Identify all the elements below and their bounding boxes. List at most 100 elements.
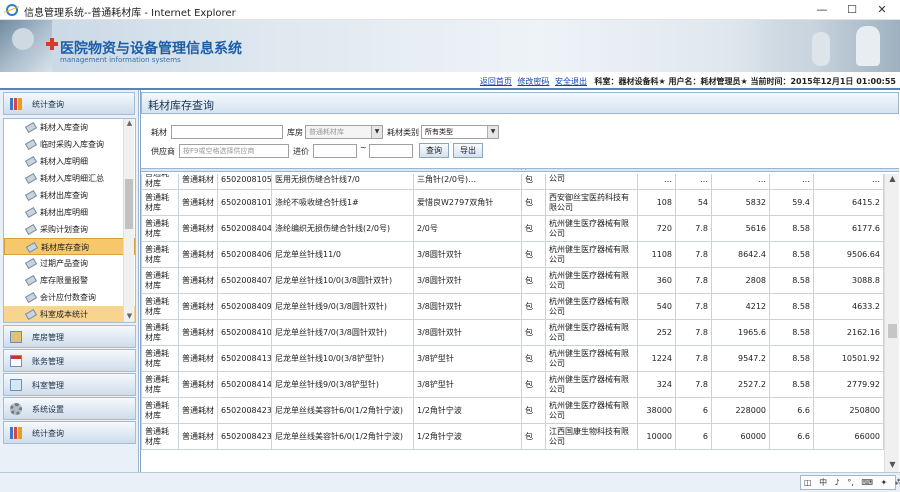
supplier-input[interactable]: 按F9或空格选择供应商 — [179, 144, 289, 158]
sidebar-section-label: 系统设置 — [32, 405, 64, 414]
price-to-input[interactable] — [369, 144, 413, 158]
scroll-up-arrow-icon[interactable]: ▲ — [124, 119, 135, 129]
search-button[interactable]: 查询 — [419, 143, 449, 158]
ime-chinese-toggle[interactable]: 中 — [819, 478, 827, 487]
table-row[interactable]: 普通耗材库 普通耗材 6502008101 涤纶不吸收缝合针线1# 爱惜良W2797双角… — [141, 189, 884, 216]
menu-item-payable-query[interactable]: 会计应付数查询 — [4, 289, 135, 306]
table-cell: 普通耗材库 — [141, 345, 179, 372]
table-cell: 普通耗材库 — [141, 371, 179, 398]
scroll-down-arrow-icon[interactable]: ▼ — [885, 460, 899, 472]
table-cell: 3/8圆针双针 — [413, 241, 522, 268]
warehouse-select[interactable]: 普通耗材库 ▼ — [305, 125, 383, 139]
scroll-thumb[interactable] — [125, 179, 133, 229]
scroll-up-arrow-icon[interactable]: ▲ — [885, 174, 899, 186]
table-row[interactable]: 普通耗材库 普通耗材 6502008423 尼龙单丝线美容针6/0(1/2角针宁波) 1… — [141, 397, 884, 424]
table-cell: 360 — [637, 267, 676, 294]
table-scrollbar[interactable]: ▲ ▼ — [884, 174, 899, 472]
menu-item-temp-purchase-query[interactable]: 临时采购入库查询 — [4, 136, 135, 153]
sidebar-section-accounts[interactable]: 账务管理 — [3, 349, 136, 372]
table-row[interactable]: 普通耗材库 普通耗材 6502008413 尼龙单丝针线10/0(3/8铲型针) 3/8… — [141, 345, 884, 372]
table-cell: 普通耗材库 — [141, 397, 179, 424]
table-cell: 6502008413 — [217, 345, 272, 372]
menu-item-expired-query[interactable]: 过期产品查询 — [4, 255, 135, 272]
table-cell: 108 — [637, 189, 676, 216]
table-cell: 西安御丝宝医药科技有限公司 — [545, 189, 638, 216]
menu-item-label: 耗材入库明细 — [40, 157, 88, 166]
table-cell: 杭州健生医疗器械有限公司 — [545, 215, 638, 242]
menu-item-outbound-query[interactable]: 耗材出库查询 — [4, 187, 135, 204]
table-row[interactable]: 普通耗材库 普通耗材 6502008406 尼龙单丝针线11/0 3/8圆针双针包杭州健… — [141, 241, 884, 268]
table-cell: 1224 — [637, 345, 676, 372]
material-input[interactable] — [171, 125, 283, 139]
menu-item-inbound-summary[interactable]: 耗材入库明细汇总 — [4, 170, 135, 187]
menu-scrollbar[interactable]: ▲ ▼ — [123, 119, 134, 322]
ime-toolbar[interactable]: ◫ 中 ♪ °, ⌨ ✦ ⁂ — [800, 475, 900, 490]
ime-skin-icon[interactable]: ✦ — [881, 478, 888, 487]
price-from-input[interactable] — [313, 144, 357, 158]
banner-doctor-image — [0, 20, 52, 72]
minimize-button[interactable]: — — [808, 2, 836, 18]
ime-moon-icon[interactable]: ♪ — [835, 478, 840, 487]
table-cell: 杭州健生医疗器械有限公司 — [545, 319, 638, 346]
menu-item-inbound-query[interactable]: 耗材入库查询 — [4, 119, 135, 136]
table-cell: 普通耗材库 — [141, 293, 179, 320]
table-cell: 4633.2 — [813, 293, 884, 320]
table-cell: 尼龙单丝针线11/0 — [271, 241, 414, 268]
close-button[interactable]: ✕ — [868, 2, 896, 18]
menu-item-label: 过期产品查询 — [40, 259, 88, 268]
table-cell: 普通耗材 — [178, 371, 218, 398]
table-cell: 包 — [521, 241, 546, 268]
sidebar-sections: 库房管理 账务管理 科室管理 系统设置 统计查询 — [0, 324, 139, 444]
category-select[interactable]: 所有类型 ▼ — [421, 125, 499, 139]
logout-link[interactable]: 安全退出 — [555, 77, 587, 86]
table-row[interactable]: 普通耗材库 普通耗材 6502008404 涤纶编织无损伤缝合针线(2/0号) 2/0号… — [141, 215, 884, 242]
page-title: 耗材库存查询 — [148, 99, 214, 112]
table-cell: 普通耗材 — [178, 189, 218, 216]
table-cell: 包 — [521, 174, 546, 190]
price-label: 进价 — [293, 147, 309, 156]
table-cell: 720 — [637, 215, 676, 242]
chart-icon — [10, 98, 22, 110]
scroll-down-arrow-icon[interactable]: ▼ — [124, 312, 135, 322]
panel-splitter[interactable]: · · · · — [141, 168, 899, 174]
table-cell: 杭州健生医疗器械有限公司 — [545, 397, 638, 424]
table-cell: 6502008414 — [217, 371, 272, 398]
sidebar-section-warehouse[interactable]: 库房管理 — [3, 325, 136, 348]
table-row[interactable]: 普通耗材库 普通耗材 6502008407 尼龙单丝针线10/0(3/8圆针双针) 3/… — [141, 267, 884, 294]
table-cell: 7.8 — [675, 241, 712, 268]
table-cell: 7.8 — [675, 215, 712, 242]
menu-item-label: 会计应付数查询 — [40, 293, 96, 302]
category-value: 所有类型 — [425, 128, 453, 136]
ime-logo-icon[interactable]: ◫ — [804, 478, 812, 487]
table-cell: 59.4 — [769, 189, 814, 216]
table-row[interactable]: 普通耗材库普通耗材6502008105医用无损伤缝合针线7/0三角针(2/0号)… — [141, 174, 884, 190]
sidebar-section-label: 库房管理 — [32, 333, 64, 342]
export-button[interactable]: 导出 — [453, 143, 483, 158]
table-cell: 涤纶不吸收缝合针线1# — [271, 189, 414, 216]
sidebar-section-settings[interactable]: 系统设置 — [3, 397, 136, 420]
sidebar-section-stats-top[interactable]: 统计查询 — [3, 92, 135, 115]
table-cell: 7.8 — [675, 345, 712, 372]
table-row[interactable]: 普通耗材库 普通耗材 6502008423 尼龙单丝线美容针6/0(1/2角针宁波) 1… — [141, 423, 884, 450]
menu-item-inbound-detail[interactable]: 耗材入库明细 — [4, 153, 135, 170]
ime-tools-icon[interactable]: ⁂ — [895, 478, 900, 487]
table-row[interactable]: 普通耗材库 普通耗材 6502008409 尼龙单丝针线9/0(3/8圆针双针) 3/8… — [141, 293, 884, 320]
menu-item-outbound-detail[interactable]: 耗材出库明细 — [4, 204, 135, 221]
menu-item-stock-query[interactable]: 耗材库存查询 — [4, 238, 135, 255]
table-row[interactable]: 普通耗材库 普通耗材 6502008410 尼龙单丝针线7/0(3/8圆针双针) 3/8… — [141, 319, 884, 346]
keyboard-icon[interactable]: ⌨ — [861, 478, 873, 487]
change-password-link[interactable]: 修改密码 — [517, 77, 549, 86]
ime-punctuation-toggle[interactable]: °, — [847, 478, 854, 487]
table-row[interactable]: 普通耗材库 普通耗材 6502008414 尼龙单丝针线9/0(3/8铲型针) 3/8铲… — [141, 371, 884, 398]
menu-item-dept-cost[interactable]: 科室成本统计 — [4, 306, 135, 322]
filter-form: 耗材 库房 普通耗材库 ▼ 耗材类别 所有类型 ▼ 供应商 按F9或空格选择供应… — [141, 116, 899, 168]
menu-item-purchase-plan[interactable]: 采购计划查询 — [4, 221, 135, 238]
chevron-down-icon: ▼ — [487, 126, 498, 138]
home-link[interactable]: 返回首页 — [480, 77, 512, 86]
sidebar-section-department[interactable]: 科室管理 — [3, 373, 136, 396]
maximize-button[interactable]: ☐ — [838, 2, 866, 18]
sidebar-section-stats[interactable]: 统计查询 — [3, 421, 136, 444]
menu-item-stock-alarm[interactable]: 库存限量报警 — [4, 272, 135, 289]
table-cell: 54 — [675, 189, 712, 216]
scroll-thumb[interactable] — [888, 324, 897, 338]
